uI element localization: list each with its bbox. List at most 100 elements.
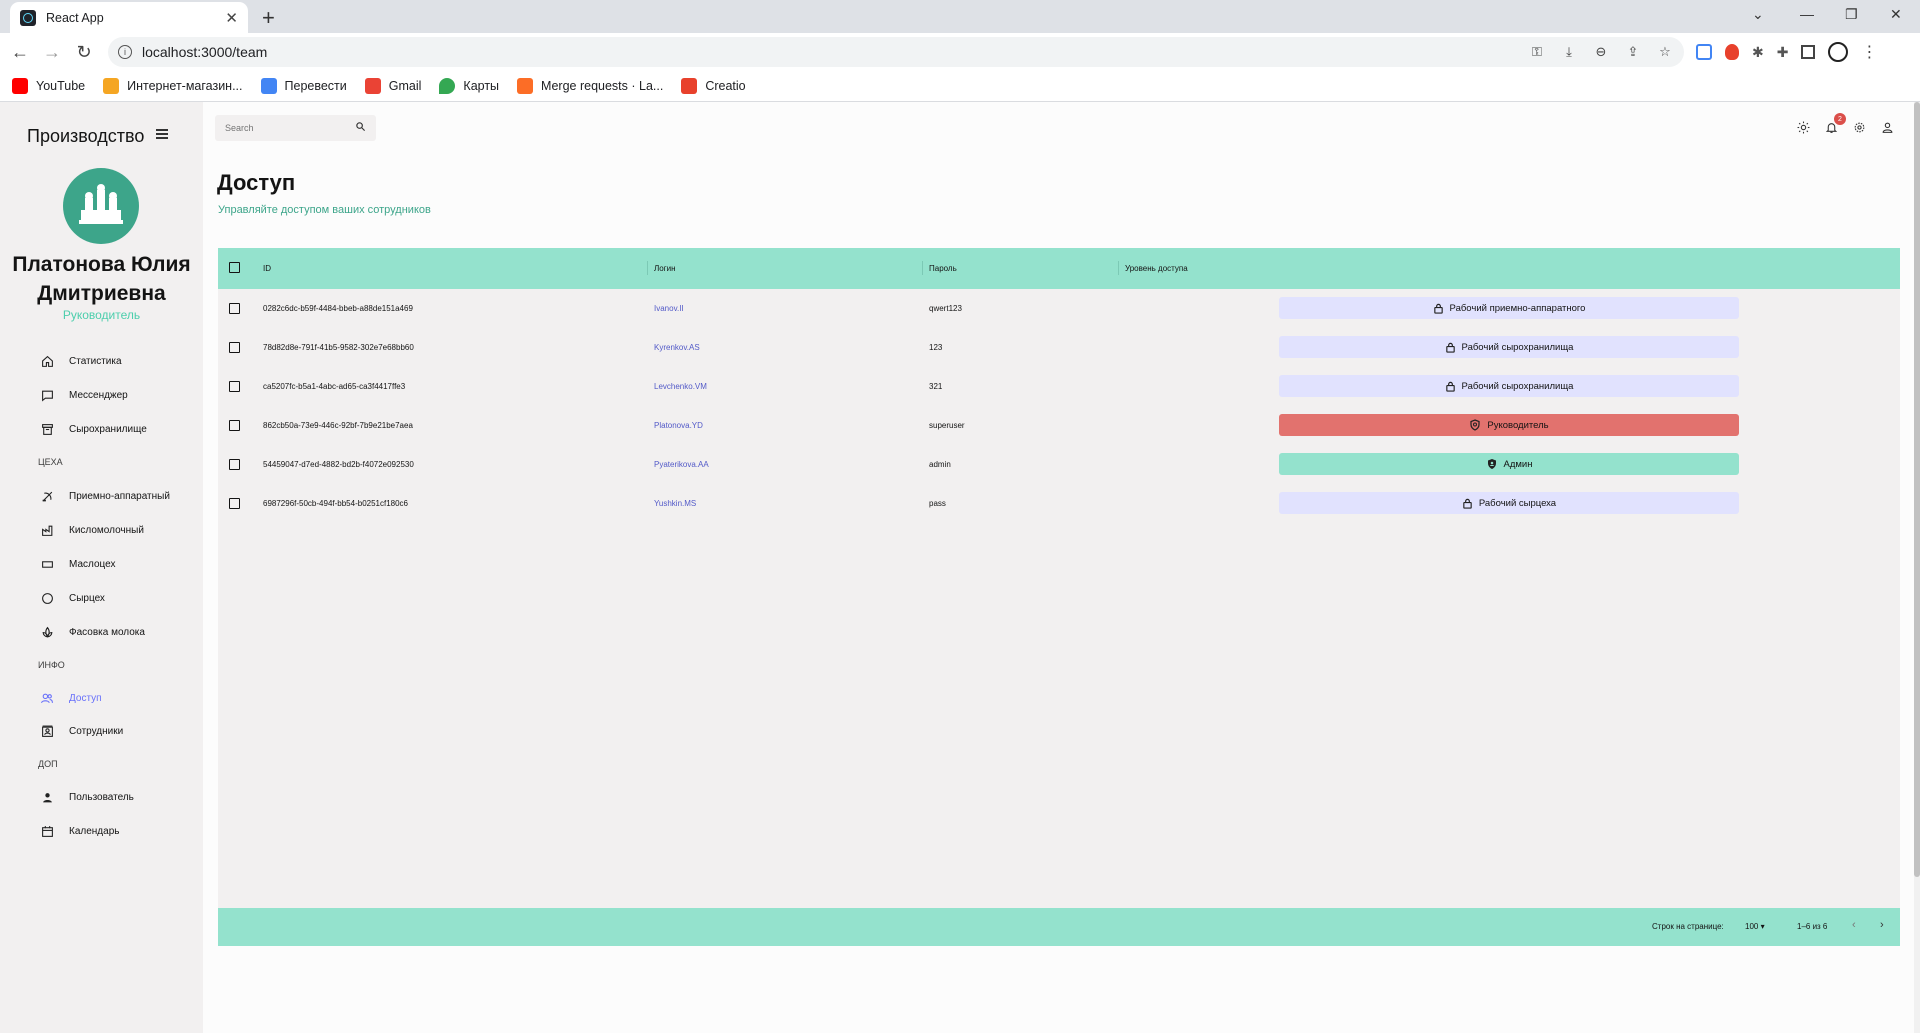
bookmark-youtube[interactable]: YouTube [12,78,85,94]
bookmark-label: Перевести [284,79,347,93]
sidebar-item-sour-milk[interactable]: Кисломолочный [40,523,144,537]
bookmark-label: Карты [463,79,500,93]
row-checkbox[interactable] [229,342,240,355]
home-icon [40,354,54,368]
sidebar-item-messenger[interactable]: Мессенджер [40,388,128,402]
person-outline-icon[interactable] [1880,120,1894,134]
translate-ext-icon[interactable] [1696,44,1712,60]
column-header-password[interactable]: Пароль [929,264,957,273]
bookmark-gitlab[interactable]: Merge requests · La... [517,78,663,94]
forward-icon[interactable]: → [40,40,64,64]
bug-ext-icon[interactable]: ✱ [1752,44,1764,61]
maps-pin-icon [439,78,456,94]
extensions-icon[interactable]: ✚ [1777,44,1789,61]
select-all-checkbox[interactable] [229,262,240,275]
page-title: Доступ [217,170,296,195]
sidebar-item-calendar[interactable]: Календарь [40,824,119,838]
sidebar-item-statistics[interactable]: Статистика [40,354,122,368]
row-checkbox[interactable] [229,420,240,433]
light-mode-icon[interactable] [1796,120,1810,134]
new-tab-icon[interactable]: + [262,5,275,31]
chevron-down-icon[interactable]: ▾ [1761,922,1765,931]
row-checkbox[interactable] [229,303,240,316]
menu-toggle-icon[interactable] [156,129,168,139]
window-close-icon[interactable]: ✕ [1890,6,1902,23]
rows-per-page-value[interactable]: 100 [1745,922,1758,931]
sidebar-item-label: Доступ [69,692,102,704]
sidebar-item-butter[interactable]: Маслоцех [40,557,115,571]
creatio-icon [681,78,698,94]
site-info-icon[interactable]: i [118,45,132,59]
chrome-menu-icon[interactable]: ⋮ [1861,42,1877,62]
sidebar-item-storage[interactable]: Сырохранилище [40,422,147,436]
close-tab-icon[interactable]: ✕ [225,9,238,27]
section-shops: ЦЕХА [38,457,63,467]
notifications-icon[interactable]: 2 [1824,113,1846,134]
table-row[interactable]: 6987296f-50cb-494f-bb54-b0251cf180c6 Yus… [218,484,1900,523]
sidebar-item-cheese[interactable]: Сырцех [40,591,105,605]
share-icon[interactable]: ⇪ [1624,43,1642,61]
sidebar-item-label: Фасовка молока [69,626,145,638]
zoom-icon[interactable]: ⊖ [1592,43,1610,61]
table-row[interactable]: 54459047-d7ed-4882-bd2b-f4072e092530 Pya… [218,445,1900,484]
column-header-id[interactable]: ID [263,264,271,273]
sidebar-item-label: Пользователь [69,791,134,803]
sidebar-item-employees[interactable]: Сотрудники [40,724,123,738]
bookmark-star-icon[interactable]: ☆ [1656,43,1674,61]
scrollbar-thumb[interactable] [1914,102,1920,877]
table-row[interactable]: 0282c6dc-b59f-4484-bbeb-a88de151a469 Iva… [218,289,1900,328]
access-table: ID Логин Пароль Уровень доступа 0282c6dc… [218,248,1900,946]
column-separator[interactable] [1118,261,1119,275]
row-checkbox[interactable] [229,498,240,511]
side-panel-icon[interactable] [1801,45,1816,59]
column-separator[interactable] [922,261,923,275]
access-level-label: Админ [1503,458,1533,470]
next-page-icon[interactable]: › [1880,919,1884,931]
sidebar-item-packing[interactable]: Фасовка молока [40,625,145,639]
admin-shield-icon [1486,458,1498,470]
bookmark-gmail[interactable]: Gmail [364,78,421,94]
column-separator[interactable] [647,261,648,275]
reload-icon[interactable]: ↻ [72,40,96,64]
table-row[interactable]: 862cb50a-73e9-446c-92bf-7b9e21be7aea Pla… [218,406,1900,445]
sidebar-item-label: Кисломолочный [69,524,144,536]
settings-icon[interactable] [1852,120,1866,134]
bookmark-label: YouTube [36,79,86,93]
cell-login: Platonova.YD [654,421,703,430]
install-icon[interactable]: ⤓ [1560,43,1578,61]
address-bar[interactable]: i localhost:3000/team ⚿ ⤓ ⊖ ⇪ ☆ [108,37,1684,67]
row-checkbox[interactable] [229,459,240,472]
cell-login: Ivanov.II [654,304,684,313]
key-icon[interactable]: ⚿ [1528,43,1546,61]
rows-per-page-select[interactable]: 100 ▾ [1745,922,1765,931]
cell-password: superuser [929,421,965,430]
profile-avatar[interactable] [1828,42,1849,62]
sidebar-item-reception[interactable]: Приемно-аппаратный [40,489,170,503]
sidebar-item-user[interactable]: Пользователь [40,790,134,804]
spa-icon [40,625,54,639]
page-scrollbar[interactable] [1914,102,1920,1033]
search-icon[interactable] [355,119,366,137]
prev-page-icon[interactable]: ‹ [1852,919,1856,931]
row-checkbox[interactable] [229,381,240,394]
bookmark-creatio[interactable]: Creatio [681,78,746,94]
sidebar-item-access[interactable]: Доступ [40,691,102,705]
search-input[interactable] [225,123,345,133]
sidebar-item-label: Сырохранилище [69,423,147,435]
restore-icon[interactable]: ❐ [1845,6,1858,23]
cell-password: qwert123 [929,304,962,313]
bookmark-maps[interactable]: Карты [439,78,499,94]
tab-search-icon[interactable]: ⌄ [1752,6,1764,23]
column-header-access[interactable]: Уровень доступа [1125,264,1188,273]
browser-tab[interactable]: React App ✕ [10,2,248,33]
minimize-icon[interactable]: — [1800,6,1814,22]
sidebar: Производство Платонова Юлия Дмитриевна Р… [0,102,203,1033]
fire-ext-icon[interactable] [1725,44,1739,60]
table-row[interactable]: 78d82d8e-791f-41b5-9582-302e7e68bb60 Kyr… [218,328,1900,367]
table-row[interactable]: ca5207fc-b5a1-4abc-ad65-ca3f4417ffe3 Lev… [218,367,1900,406]
back-icon[interactable]: ← [8,40,32,64]
url-text[interactable]: localhost:3000/team [142,44,267,60]
column-header-login[interactable]: Логин [654,264,676,273]
bookmark-shop[interactable]: Интернет-магазин... [103,78,243,94]
bookmark-translate[interactable]: Перевести [260,78,347,94]
